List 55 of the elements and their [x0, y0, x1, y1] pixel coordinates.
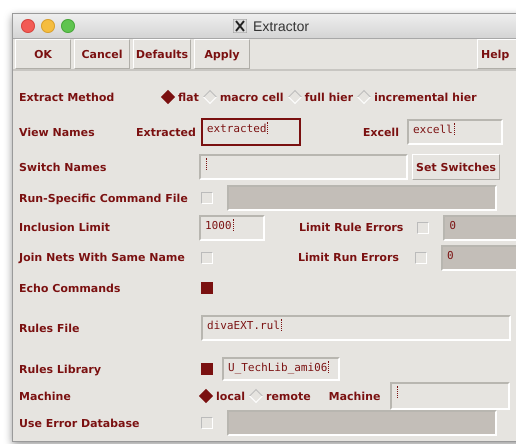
- checkbox[interactable]: [201, 417, 213, 429]
- window-title: Extractor: [253, 18, 310, 34]
- checkbox[interactable]: [414, 252, 427, 264]
- input-field[interactable]: divaEXT.rul: [201, 315, 511, 341]
- help-button[interactable]: Help: [477, 39, 516, 69]
- field-label: Limit Rule Errors: [299, 221, 404, 234]
- field-label: Extracted: [136, 126, 196, 138]
- radio-option[interactable]: local: [199, 390, 246, 402]
- field-label: Machine: [19, 390, 72, 402]
- field-label: Inclusion Limit: [19, 221, 111, 234]
- radio-option[interactable]: flat: [161, 90, 199, 104]
- input-field[interactable]: 1000: [199, 214, 265, 240]
- radio-option[interactable]: macro cell: [202, 90, 284, 104]
- close-button[interactable]: [21, 19, 35, 33]
- radio-icon[interactable]: [357, 90, 372, 104]
- checkbox[interactable]: [201, 252, 213, 264]
- input-field[interactable]: 0: [440, 244, 516, 270]
- input-field[interactable]: excell: [406, 119, 503, 145]
- set-switches-button[interactable]: Set Switches: [412, 154, 500, 180]
- input-field[interactable]: [227, 185, 497, 211]
- field-label: Rules Library: [19, 362, 102, 376]
- field-label: Limit Run Errors: [298, 251, 399, 264]
- radio-option[interactable]: remote: [249, 390, 311, 402]
- toolbar-button[interactable]: Defaults: [133, 39, 191, 69]
- input-field[interactable]: [227, 410, 497, 436]
- checkbox[interactable]: [201, 192, 213, 204]
- radio-icon[interactable]: [202, 90, 217, 104]
- field-label: Echo Commands: [19, 282, 122, 294]
- zoom-button[interactable]: [61, 19, 75, 33]
- checkbox[interactable]: [417, 222, 430, 234]
- field-label: Use Error Database: [19, 416, 140, 430]
- checkbox[interactable]: [201, 363, 213, 375]
- field-label: Extract Method: [19, 90, 116, 104]
- field-label: Excell: [362, 126, 399, 138]
- input-field[interactable]: extracted: [200, 118, 301, 146]
- field-label: Join Nets With Same Name: [19, 251, 186, 264]
- radio-icon[interactable]: [248, 388, 264, 404]
- field-label: Run-Specific Command File: [19, 192, 189, 204]
- radio-option[interactable]: incremental hier: [357, 90, 477, 104]
- field-label: View Names: [19, 126, 96, 138]
- checkbox[interactable]: [201, 282, 213, 294]
- input-field[interactable]: [199, 154, 408, 180]
- radio-option[interactable]: full hier: [288, 90, 354, 104]
- input-field[interactable]: 0: [443, 214, 516, 240]
- input-field[interactable]: U_TechLib_ami06: [222, 357, 340, 381]
- field-label: Machine: [328, 390, 380, 402]
- x-logo-icon: [233, 19, 247, 33]
- field-label: Switch Names: [19, 160, 108, 174]
- toolbar-button[interactable]: OK: [15, 39, 71, 69]
- toolbar-button[interactable]: Apply: [194, 39, 250, 69]
- radio-icon[interactable]: [288, 90, 302, 104]
- toolbar-button[interactable]: Cancel: [74, 39, 130, 69]
- field-label: Rules File: [19, 322, 80, 334]
- minimize-button[interactable]: [41, 19, 55, 33]
- input-field[interactable]: [390, 382, 510, 410]
